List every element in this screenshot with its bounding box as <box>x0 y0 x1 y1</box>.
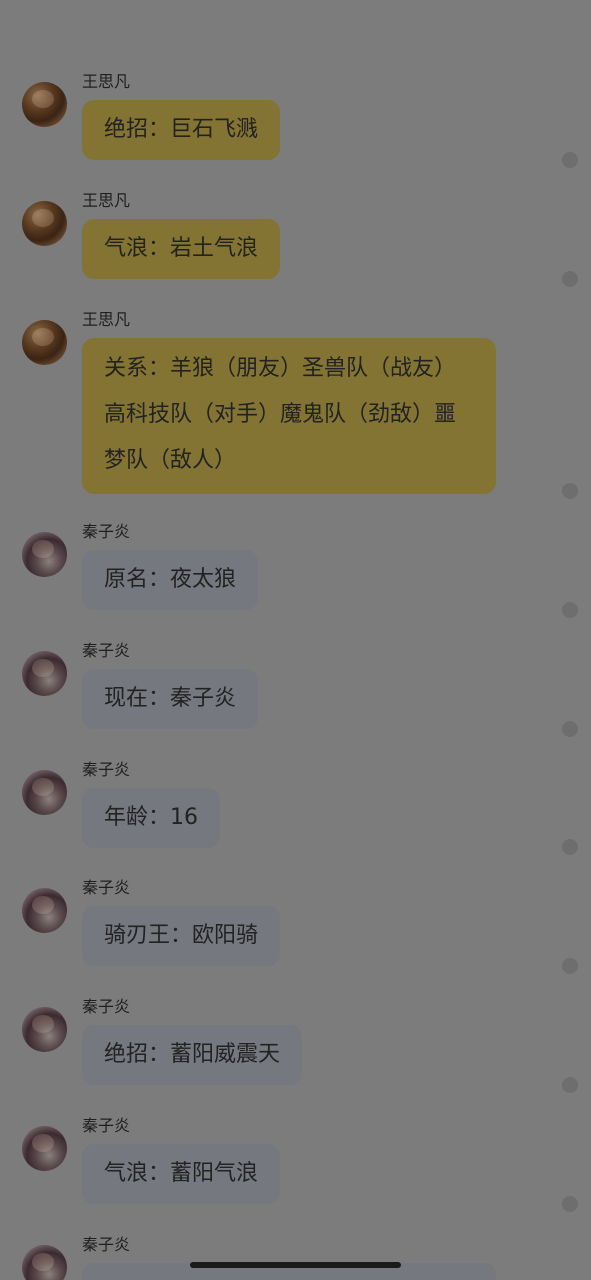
avatar[interactable] <box>22 82 67 127</box>
sender-name: 王思凡 <box>82 191 131 210</box>
message-bubble[interactable]: 骑刃王：欧阳骑 <box>82 906 281 966</box>
avatar[interactable] <box>22 1245 67 1280</box>
select-circle[interactable] <box>562 1196 578 1212</box>
sender-name: 秦子炎 <box>82 522 131 541</box>
sender-name: 王思凡 <box>82 72 131 91</box>
select-circle[interactable] <box>562 483 578 499</box>
message-bubble[interactable]: 现在：秦子炎 <box>82 669 259 729</box>
avatar[interactable] <box>22 651 67 696</box>
message-bubble[interactable]: 原名：夜太狼 <box>82 550 259 610</box>
avatar[interactable] <box>22 1126 67 1171</box>
avatar[interactable] <box>22 532 67 577</box>
message-bubble[interactable]: 绝招：蓄阳威震天 <box>82 1025 303 1085</box>
message-bubble[interactable]: 年龄：16 <box>82 788 220 848</box>
avatar[interactable] <box>22 201 67 246</box>
home-indicator[interactable] <box>190 1262 401 1268</box>
sender-name: 秦子炎 <box>82 1116 131 1135</box>
sender-name: 王思凡 <box>82 310 131 329</box>
select-circle[interactable] <box>562 958 578 974</box>
chat-message: 秦子炎 <box>0 1235 591 1280</box>
select-circle[interactable] <box>562 271 578 287</box>
message-bubble[interactable]: 气浪：蓄阳气浪 <box>82 1144 281 1204</box>
sender-name: 秦子炎 <box>82 760 131 779</box>
avatar[interactable] <box>22 1007 67 1052</box>
select-circle[interactable] <box>562 1077 578 1093</box>
sender-name: 秦子炎 <box>82 878 131 897</box>
select-circle[interactable] <box>562 602 578 618</box>
avatar[interactable] <box>22 888 67 933</box>
message-bubble[interactable]: 关系：羊狼（朋友）圣兽队（战友）高科技队（对手）魔鬼队（劲敌）噩梦队（敌人） <box>82 338 496 494</box>
select-circle[interactable] <box>562 839 578 855</box>
sender-name: 秦子炎 <box>82 641 131 660</box>
message-bubble[interactable]: 气浪：岩土气浪 <box>82 219 281 279</box>
message-bubble[interactable]: 绝招：巨石飞溅 <box>82 100 281 160</box>
avatar[interactable] <box>22 770 67 815</box>
sender-name: 秦子炎 <box>82 997 131 1016</box>
chat-list: 王思凡 绝招：巨石飞溅 王思凡 气浪：岩土气浪 王思凡 关系：羊狼（朋友）圣兽队… <box>0 0 591 1280</box>
select-circle[interactable] <box>562 152 578 168</box>
avatar[interactable] <box>22 320 67 365</box>
sender-name: 秦子炎 <box>82 1235 131 1254</box>
select-circle[interactable] <box>562 721 578 737</box>
